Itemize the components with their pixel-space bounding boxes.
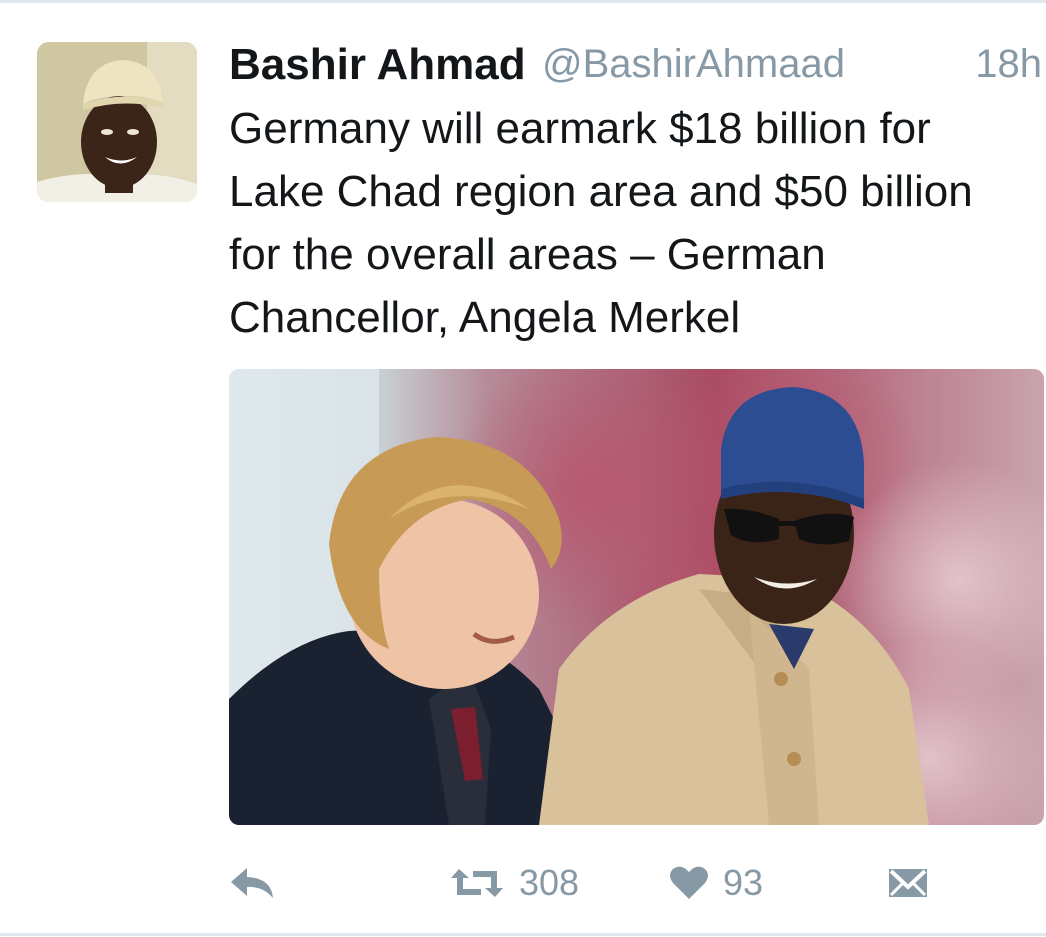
avatar-photo xyxy=(37,42,197,202)
retweet-count: 308 xyxy=(519,862,580,903)
like-count: 93 xyxy=(723,862,764,903)
tweet-actions: 308 93 xyxy=(229,855,1044,911)
top-divider xyxy=(0,0,1046,3)
tweet-text-line: for the overall areas – German xyxy=(229,230,826,279)
retweet-button[interactable]: 308 xyxy=(449,855,579,911)
retweet-icon xyxy=(449,865,505,901)
avatar[interactable] xyxy=(37,42,197,202)
reply-icon xyxy=(229,866,275,900)
direct-message-icon xyxy=(887,865,929,901)
bottom-divider xyxy=(0,933,1046,936)
tweet-header: Bashir Ahmad @BashirAhmaad 18h xyxy=(229,38,1044,94)
tweet-text: Germany will earmark $18 billion for Lak… xyxy=(229,97,1039,349)
timestamp[interactable]: 18h xyxy=(975,42,1042,87)
tweet-text-line: Lake Chad region area and $50 billion xyxy=(229,167,973,216)
tweet-text-line: Germany will earmark $18 billion for xyxy=(229,104,931,153)
direct-message-button[interactable] xyxy=(887,855,929,911)
author-name[interactable]: Bashir Ahmad xyxy=(229,40,526,90)
author-handle[interactable]: @BashirAhmaad xyxy=(542,42,845,87)
reply-button[interactable] xyxy=(229,855,275,911)
heart-icon xyxy=(669,865,709,901)
tweet-photo[interactable] xyxy=(229,369,1044,825)
photo-image xyxy=(229,369,1044,825)
like-button[interactable]: 93 xyxy=(669,855,763,911)
tweet-text-line: Chancellor, Angela Merkel xyxy=(229,293,741,342)
